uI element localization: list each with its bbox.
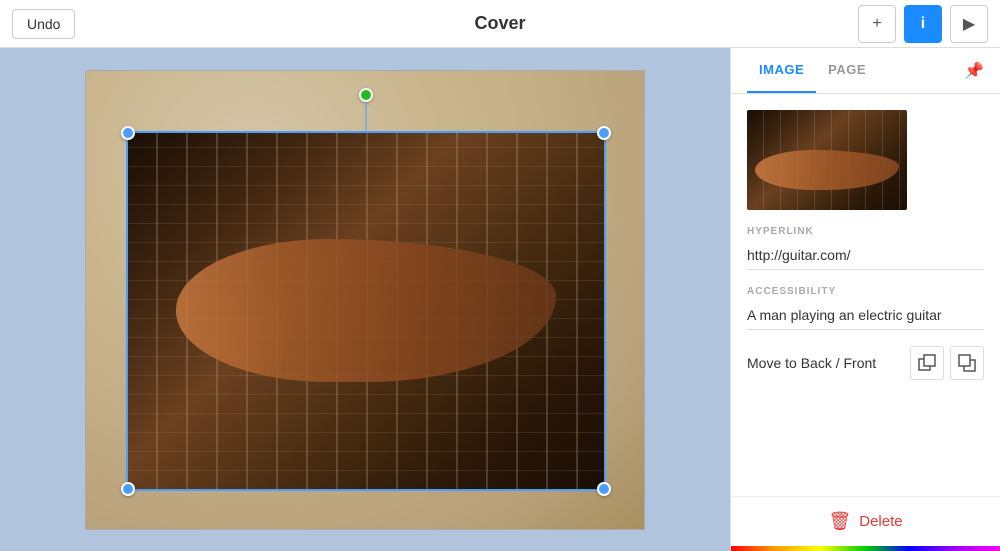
toolbar-right: + i ▶ [663,5,988,43]
rotate-handle[interactable] [359,88,373,102]
move-row: Move to Back / Front [747,346,984,380]
move-back-button[interactable] [910,346,944,380]
move-front-button[interactable] [950,346,984,380]
resize-handle-tr[interactable] [597,126,611,140]
accessibility-input[interactable] [747,303,984,330]
resize-handle-bl[interactable] [121,482,135,496]
rainbow-bar [731,546,1000,551]
delete-row[interactable]: 🗑 Delete [731,496,1000,546]
move-label: Move to Back / Front [747,355,904,371]
resize-handle-tl[interactable] [121,126,135,140]
page-canvas [85,70,645,530]
undo-button[interactable]: Undo [12,9,75,39]
right-panel: IMAGE PAGE 📌 HYPERLINK ACCESSIBILITY Mov… [730,48,1000,551]
panel-body: HYPERLINK ACCESSIBILITY Move to Back / F… [731,94,1000,496]
delete-icon: 🗑 [828,511,851,532]
toolbar-left: Undo [12,9,337,39]
guitar-photo [128,133,604,489]
delete-label: Delete [859,513,902,530]
page-title: Cover [337,13,662,34]
tab-image[interactable]: IMAGE [747,48,816,93]
add-button[interactable]: + [858,5,896,43]
panel-tabs: IMAGE PAGE 📌 [731,48,1000,94]
pin-icon[interactable]: 📌 [964,61,984,81]
accessibility-label: ACCESSIBILITY [747,286,984,297]
hyperlink-input[interactable] [747,243,984,270]
image-thumbnail [747,110,907,210]
hyperlink-label: HYPERLINK [747,226,984,237]
canvas-area [0,48,730,551]
resize-handle-br[interactable] [597,482,611,496]
tab-page[interactable]: PAGE [816,48,878,93]
play-button[interactable]: ▶ [950,5,988,43]
info-button[interactable]: i [904,5,942,43]
selected-image[interactable] [126,131,606,491]
main-area: IMAGE PAGE 📌 HYPERLINK ACCESSIBILITY Mov… [0,48,1000,551]
toolbar: Undo Cover + i ▶ [0,0,1000,48]
move-front-icon [958,354,976,372]
move-back-icon [918,354,936,372]
